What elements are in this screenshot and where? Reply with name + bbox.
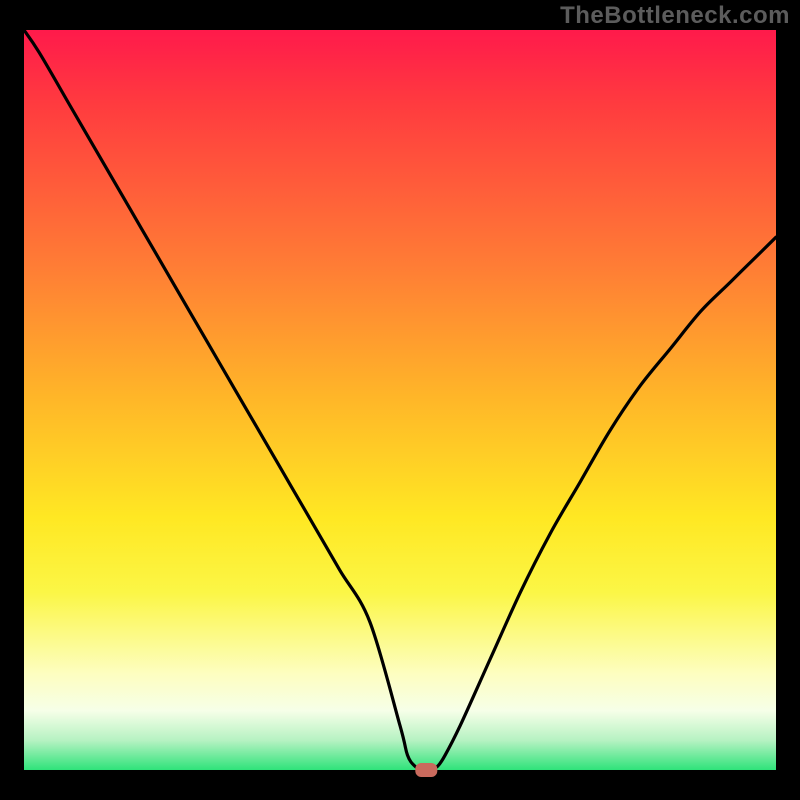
- chart-frame: TheBottleneck.com: [0, 0, 800, 800]
- curve-svg: [24, 30, 776, 770]
- plot-area: [24, 30, 776, 770]
- min-marker: [415, 763, 437, 777]
- watermark-label: TheBottleneck.com: [560, 2, 790, 30]
- bottleneck-curve: [24, 30, 776, 770]
